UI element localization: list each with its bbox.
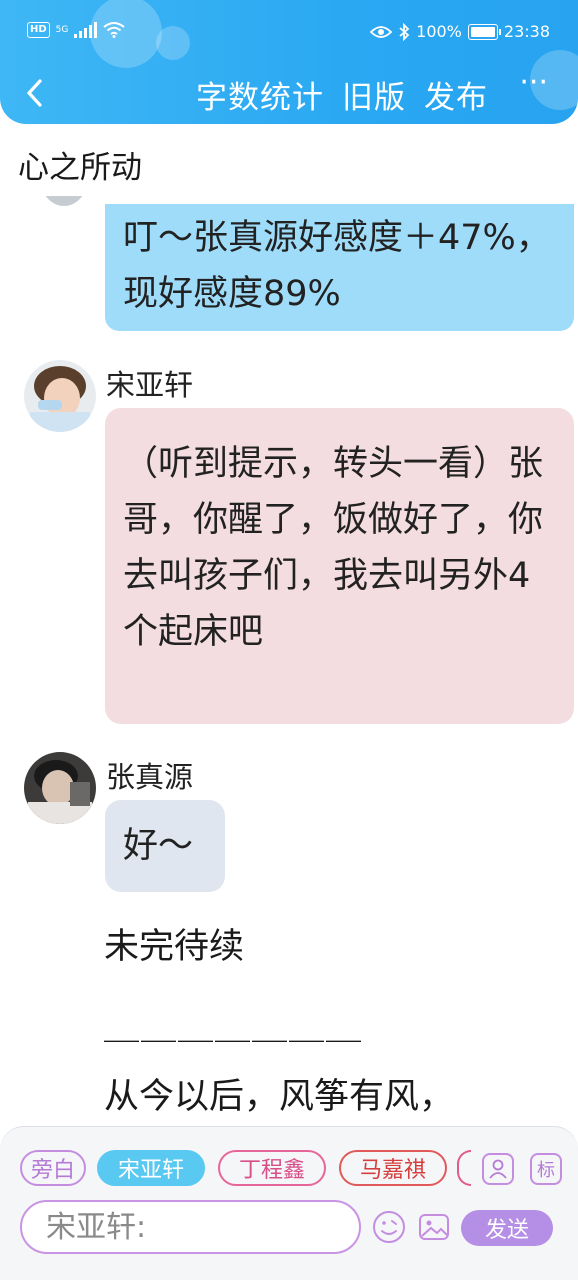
person-icon: [489, 1159, 507, 1179]
eye-icon: [370, 25, 393, 38]
narration-divider[interactable]: ＿＿＿＿＿＿＿: [104, 998, 363, 1049]
hd-badge: HD: [27, 22, 50, 38]
role-manage-button[interactable]: [482, 1153, 514, 1185]
story-title: 心之所动: [18, 150, 142, 186]
back-button[interactable]: [14, 70, 54, 116]
message-bubble-zhang[interactable]: 好～: [105, 800, 225, 892]
message-bubble-song[interactable]: （听到提示，转头一看）张哥，你醒了，饭做好了，你去叫孩子们，我去叫另外4个起床吧: [105, 408, 574, 724]
message-input[interactable]: [46, 1202, 335, 1252]
old-version-button[interactable]: 旧版: [342, 72, 406, 117]
publish-button[interactable]: 发布: [424, 72, 488, 117]
bluetooth-icon: [399, 22, 410, 41]
tag-button[interactable]: 标: [530, 1153, 562, 1185]
role-chip-ma[interactable]: 马嘉祺: [339, 1150, 447, 1186]
battery-icon: [467, 23, 501, 40]
network-type: 5G: [55, 24, 69, 35]
emoji-icon[interactable]: [372, 1210, 406, 1244]
clock: 23:38: [503, 22, 550, 41]
status-bar: HD 5G 100% 23:38: [0, 16, 578, 50]
role-chip-ding[interactable]: 丁程鑫: [218, 1150, 326, 1186]
word-count-button[interactable]: 字数统计: [196, 72, 324, 117]
nav-bar: 字数统计 旧版 发布 ···: [0, 66, 578, 122]
signal-icon: [74, 22, 98, 38]
image-icon[interactable]: [417, 1210, 451, 1244]
header-bar: HD 5G 100% 23:38 字数统计 旧版 发布 ···: [0, 0, 578, 124]
more-dots-icon[interactable]: ···: [519, 68, 548, 98]
narration-text[interactable]: 未完待续: [104, 918, 244, 969]
narration-text[interactable]: 从今以后，风筝有风，: [104, 1068, 454, 1119]
tag-icon: 标: [537, 1160, 555, 1181]
sender-name-zhang: 张真源: [106, 760, 194, 794]
avatar-song[interactable]: [24, 360, 96, 432]
system-message-bubble[interactable]: 叮～张真源好感度＋47%，现好感度89%: [105, 204, 574, 331]
sender-name-song: 宋亚轩: [106, 368, 194, 402]
chevron-left-icon: [27, 79, 42, 107]
role-chip-partial[interactable]: [457, 1150, 471, 1186]
message-input-wrapper[interactable]: [20, 1200, 361, 1254]
avatar-zhang[interactable]: [24, 752, 96, 824]
send-button[interactable]: 发送: [461, 1210, 553, 1246]
battery-percent: 100%: [416, 22, 462, 41]
role-chip-narrator[interactable]: 旁白: [20, 1150, 86, 1186]
chat-area[interactable]: 叮～张真源好感度＋47%，现好感度89% 宋亚轩 （听到提示，转头一看）张哥，你…: [0, 196, 578, 1126]
role-chip-song[interactable]: 宋亚轩: [97, 1150, 205, 1186]
wifi-icon: [103, 22, 125, 38]
avatar[interactable]: [40, 196, 88, 206]
